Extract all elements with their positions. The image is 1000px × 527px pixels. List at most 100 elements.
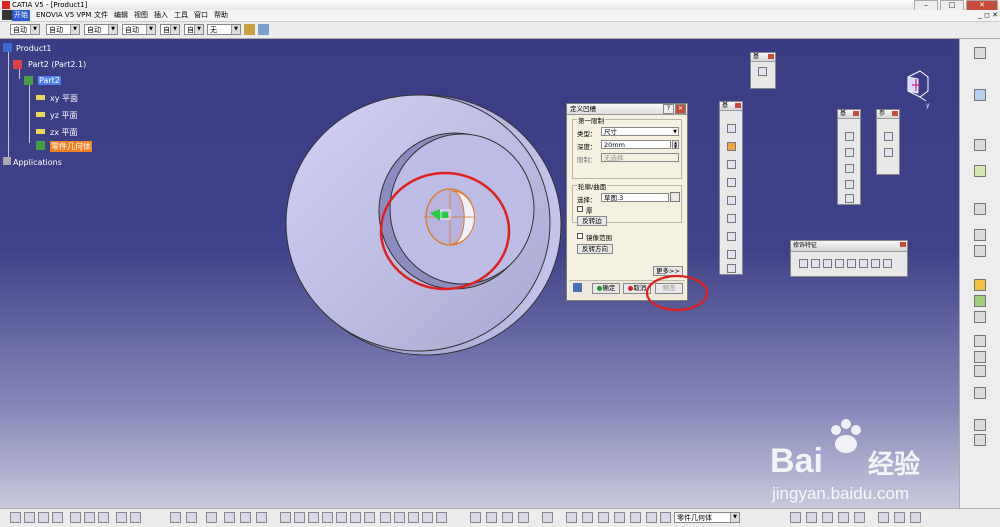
fly-mode-icon[interactable]	[280, 512, 291, 523]
menu-insert[interactable]: 插入	[152, 10, 170, 21]
pattern-icon[interactable]	[845, 194, 854, 203]
hide-show-icon[interactable]	[422, 512, 433, 523]
reverse-direction-button[interactable]: 反转方向	[577, 244, 613, 254]
boolean-bottom-icon[interactable]	[646, 512, 657, 523]
multi-view-icon[interactable]	[380, 512, 391, 523]
tree-node-part-instance[interactable]: Part2 (Part2.1)	[28, 60, 86, 69]
tree-node-body[interactable]: 零件几何体	[50, 141, 92, 152]
axis-icon[interactable]	[974, 245, 986, 257]
depth-spinner[interactable]: ▲ ▼	[672, 140, 679, 149]
tree-node-applications[interactable]: Applications	[13, 158, 62, 167]
pan-icon[interactable]	[308, 512, 319, 523]
catalog-bottom-icon[interactable]	[224, 512, 235, 523]
layer-combo[interactable]: 无 ▼	[207, 24, 241, 35]
copy-icon[interactable]	[84, 512, 95, 523]
define-work-object-icon[interactable]	[614, 512, 625, 523]
menu-tools[interactable]: 工具	[172, 10, 190, 21]
rendering-icon[interactable]	[806, 512, 817, 523]
catalog-icon[interactable]	[974, 365, 986, 377]
sketcher-icon[interactable]	[670, 192, 680, 202]
rib-icon[interactable]	[727, 214, 736, 223]
constraint-icon[interactable]	[974, 203, 986, 215]
grid-icon[interactable]	[974, 434, 986, 446]
boolean-icon[interactable]	[974, 295, 986, 307]
sketch-tool-icon[interactable]	[974, 89, 986, 101]
mirror-icon[interactable]	[845, 180, 854, 189]
update-icon[interactable]	[566, 512, 577, 523]
thickness-icon[interactable]	[847, 259, 856, 268]
paste-icon[interactable]	[98, 512, 109, 523]
union-icon[interactable]	[974, 311, 986, 323]
current-body-combo[interactable]: 零件几何体 ▼	[674, 512, 740, 523]
fit-all-icon[interactable]	[294, 512, 305, 523]
line-color-combo[interactable]: 自动 ▼	[84, 24, 118, 35]
translation-icon[interactable]	[845, 132, 854, 141]
snapshot-icon[interactable]	[256, 512, 267, 523]
profile-select-input[interactable]: 草图.3	[601, 193, 669, 202]
filter-icon[interactable]	[878, 512, 889, 523]
menu-help[interactable]: 帮助	[212, 10, 230, 21]
rotation-icon[interactable]	[845, 148, 854, 157]
thick-checkbox[interactable]	[577, 206, 583, 212]
select-icon[interactable]	[974, 47, 986, 59]
sketcher-bottom-icon[interactable]	[470, 512, 481, 523]
reverse-side-button[interactable]: 反转边	[577, 216, 607, 226]
cursor-icon[interactable]	[974, 139, 986, 151]
knowledge-icon[interactable]	[186, 512, 197, 523]
measure-bottom-icon[interactable]	[206, 512, 217, 523]
tree-node-product1[interactable]: Product1	[16, 44, 51, 53]
groove-icon[interactable]	[727, 178, 736, 187]
brush-icon[interactable]	[258, 24, 269, 35]
depth-input[interactable]: 20mm	[601, 140, 671, 149]
scan-bottom-icon[interactable]	[598, 512, 609, 523]
compass-icon[interactable]	[907, 70, 929, 102]
shading-icon[interactable]	[408, 512, 419, 523]
tree-node-zx-plane[interactable]: zx 平面	[50, 127, 77, 138]
zoom-out-icon[interactable]	[350, 512, 361, 523]
menu-edit[interactable]: 编辑	[112, 10, 130, 21]
exit-sketch-icon[interactable]	[486, 512, 497, 523]
menu-window[interactable]: 窗口	[192, 10, 210, 21]
painter-icon[interactable]	[244, 24, 255, 35]
fill-color-combo[interactable]: 自动 ▼	[10, 24, 40, 35]
line-icon[interactable]	[884, 148, 893, 157]
light-icon[interactable]	[838, 512, 849, 523]
cut-icon[interactable]	[70, 512, 81, 523]
draft-icon[interactable]	[823, 259, 832, 268]
scan-icon[interactable]	[974, 419, 986, 431]
shell-icon[interactable]	[835, 259, 844, 268]
menu-window-controls[interactable]: _ ◻ ✕	[978, 11, 998, 19]
type-select[interactable]: 尺寸 ▼	[601, 127, 679, 136]
normal-view-icon[interactable]	[364, 512, 375, 523]
print-icon[interactable]	[52, 512, 63, 523]
formula-icon[interactable]	[974, 229, 986, 241]
measure-icon[interactable]	[974, 165, 986, 177]
pad-icon[interactable]	[727, 124, 736, 133]
tree-node-part[interactable]: Part2	[38, 76, 61, 85]
apply-material-bottom-icon[interactable]	[240, 512, 251, 523]
assemble-icon[interactable]	[660, 512, 671, 523]
dialog-help-button[interactable]: ?	[663, 104, 674, 114]
symmetry-icon[interactable]	[845, 164, 854, 173]
open-icon[interactable]	[24, 512, 35, 523]
point-icon[interactable]	[884, 132, 893, 141]
menu-enovia[interactable]: ENOVIA V5 VPM	[34, 10, 93, 21]
dialog-close-button[interactable]: ✕	[675, 104, 686, 114]
insert-body-icon[interactable]	[630, 512, 641, 523]
reorder-icon[interactable]	[582, 512, 593, 523]
material-library-icon[interactable]	[854, 512, 865, 523]
apply-material-icon[interactable]	[974, 279, 986, 291]
redo-icon[interactable]	[130, 512, 141, 523]
replace-face-icon[interactable]	[883, 259, 892, 268]
limit-input[interactable]: 无选择	[601, 153, 679, 162]
loft-icon[interactable]	[727, 264, 736, 273]
undo-icon[interactable]	[116, 512, 127, 523]
chamfer-icon[interactable]	[811, 259, 820, 268]
axis-bottom-icon[interactable]	[910, 512, 921, 523]
line-weight-combo[interactable]: 自动▼	[160, 24, 180, 35]
mirrored-extent-checkbox[interactable]	[577, 233, 583, 239]
analysis-icon[interactable]	[974, 335, 986, 347]
remove-face-icon[interactable]	[871, 259, 880, 268]
slot-icon[interactable]	[727, 232, 736, 241]
tree-node-xy-plane[interactable]: xy 平面	[50, 93, 78, 104]
